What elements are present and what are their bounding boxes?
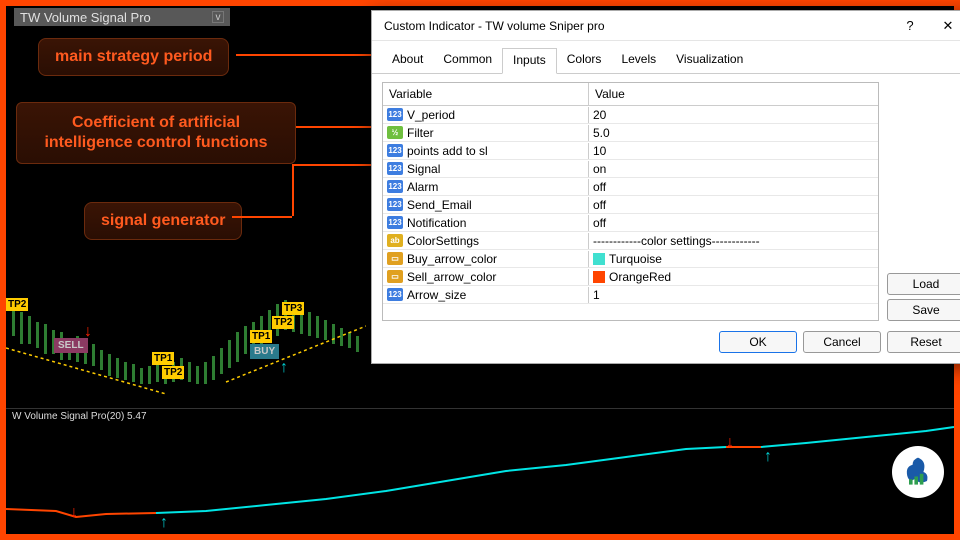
- header-value[interactable]: Value: [589, 83, 878, 105]
- int-type-icon: 123: [387, 216, 403, 229]
- tab-common[interactable]: Common: [433, 48, 502, 74]
- input-row[interactable]: 123 Signal on: [383, 160, 878, 178]
- header-variable[interactable]: Variable: [383, 83, 589, 105]
- input-row[interactable]: ab ColorSettings ------------color setting…: [383, 232, 878, 250]
- tab-inputs[interactable]: Inputs: [502, 48, 557, 74]
- variable-name: ColorSettings: [407, 234, 479, 248]
- color-swatch: [593, 271, 605, 283]
- tab-colors[interactable]: Colors: [557, 48, 612, 74]
- dialog-title: Custom Indicator - TW volume Sniper pro: [384, 19, 891, 33]
- variable-name: Sell_arrow_color: [407, 270, 496, 284]
- clr-type-icon: ▭: [387, 270, 403, 283]
- cancel-button[interactable]: Cancel: [803, 331, 881, 353]
- input-row[interactable]: 123 Notification off: [383, 214, 878, 232]
- tp1-label: TP1: [152, 352, 174, 365]
- variable-name: Buy_arrow_color: [407, 252, 497, 266]
- callout-coefficient: Coefficient of artificial intelligence c…: [16, 102, 296, 164]
- tp2-label: TP2: [272, 316, 294, 329]
- input-row[interactable]: 123 Arrow_size 1: [383, 286, 878, 304]
- int-type-icon: 123: [387, 288, 403, 301]
- int-type-icon: 123: [387, 144, 403, 157]
- variable-name: Send_Email: [407, 198, 472, 212]
- variable-value[interactable]: Turquoise: [589, 251, 878, 267]
- connector-line: [292, 164, 294, 216]
- side-buttons: Load Save: [887, 82, 960, 321]
- variable-value[interactable]: 20: [589, 107, 878, 123]
- connector-line: [232, 216, 292, 218]
- tp2-label: TP2: [162, 366, 184, 379]
- int-type-icon: 123: [387, 180, 403, 193]
- variable-name: Signal: [407, 162, 440, 176]
- tab-levels[interactable]: Levels: [611, 48, 666, 74]
- buy-arrow-icon: ↑: [158, 513, 170, 533]
- variable-value[interactable]: ------------color settings------------: [589, 233, 878, 249]
- input-row[interactable]: 123 V_period 20: [383, 106, 878, 124]
- save-button[interactable]: Save: [887, 299, 960, 321]
- input-row[interactable]: 123 Alarm off: [383, 178, 878, 196]
- buy-arrow-icon: ↑: [762, 447, 774, 467]
- callout-signal: signal generator: [84, 202, 242, 240]
- variable-name: Notification: [407, 216, 466, 230]
- variable-value[interactable]: on: [589, 161, 878, 177]
- input-row[interactable]: ▭ Buy_arrow_color Turquoise: [383, 250, 878, 268]
- variable-name: Alarm: [407, 180, 438, 194]
- int-type-icon: 123: [387, 198, 403, 211]
- variable-value[interactable]: off: [589, 215, 878, 231]
- variable-value[interactable]: 5.0: [589, 125, 878, 141]
- connector-line: [292, 164, 382, 166]
- variable-name: points add to sl: [407, 144, 488, 158]
- variable-value[interactable]: off: [589, 197, 878, 213]
- tp3-label: TP3: [282, 302, 304, 315]
- dialog-footer: OK Cancel Reset: [372, 331, 960, 363]
- dbl-type-icon: ½: [387, 126, 403, 139]
- dialog-titlebar[interactable]: Custom Indicator - TW volume Sniper pro …: [372, 11, 960, 41]
- sell-arrow-icon: ↓: [82, 322, 94, 342]
- color-swatch: [593, 253, 605, 265]
- buy-arrow-icon: ↑: [278, 358, 290, 378]
- variable-name: Arrow_size: [407, 288, 466, 302]
- connector-line: [236, 54, 382, 56]
- tab-about[interactable]: About: [382, 48, 433, 74]
- callout-period: main strategy period: [38, 38, 229, 76]
- str-type-icon: ab: [387, 234, 403, 247]
- grid-header: Variable Value: [383, 83, 878, 106]
- dialog-body: Variable Value 123V_period20½Filter5.012…: [372, 74, 960, 331]
- load-button[interactable]: Load: [887, 273, 960, 295]
- input-row[interactable]: 123 points add to sl 10: [383, 142, 878, 160]
- int-type-icon: 123: [387, 162, 403, 175]
- sell-arrow-icon: ↓: [724, 433, 736, 453]
- tab-visualization[interactable]: Visualization: [666, 48, 753, 74]
- clr-type-icon: ▭: [387, 252, 403, 265]
- brand-logo: [892, 446, 944, 498]
- ok-button[interactable]: OK: [719, 331, 797, 353]
- volume-line: [6, 409, 954, 535]
- chart-lower-panel[interactable]: W Volume Signal Pro(20) 5.47 ↓ ↑ ↓ ↑: [6, 408, 954, 534]
- variable-value[interactable]: OrangeRed: [589, 269, 878, 285]
- dialog-tabs: About Common Inputs Colors Levels Visual…: [372, 41, 960, 74]
- variable-value[interactable]: 1: [589, 287, 878, 303]
- variable-value[interactable]: off: [589, 179, 878, 195]
- tp1-label: TP1: [250, 330, 272, 343]
- variable-name: V_period: [407, 108, 455, 122]
- close-button[interactable]: ✕: [929, 12, 960, 40]
- input-row[interactable]: ▭ Sell_arrow_color OrangeRed: [383, 268, 878, 286]
- int-type-icon: 123: [387, 108, 403, 121]
- sell-arrow-icon: ↓: [68, 503, 80, 523]
- help-button[interactable]: ?: [891, 12, 929, 40]
- variable-value[interactable]: 10: [589, 143, 878, 159]
- buy-label: BUY: [250, 344, 279, 359]
- tp2-label: TP2: [6, 298, 28, 311]
- variable-name: Filter: [407, 126, 434, 140]
- reset-button[interactable]: Reset: [887, 331, 960, 353]
- input-row[interactable]: ½ Filter 5.0: [383, 124, 878, 142]
- input-row[interactable]: 123 Send_Email off: [383, 196, 878, 214]
- connector-line: [296, 126, 382, 128]
- inputs-grid[interactable]: Variable Value 123V_period20½Filter5.012…: [382, 82, 879, 321]
- indicator-properties-dialog: Custom Indicator - TW volume Sniper pro …: [371, 10, 960, 364]
